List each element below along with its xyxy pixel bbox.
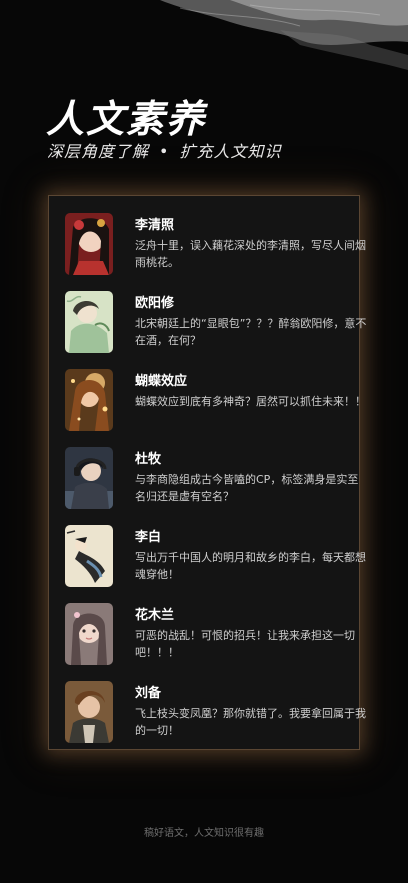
item-description: 与李商隐组成古今皆嗑的CP，标签满身是实至名归还是虚有空名？ [135,473,359,503]
item-name: 花木兰 [135,608,175,623]
avatar-li-qingzhao [65,213,113,275]
item-description: 北宋朝廷上的“显眼包”？？？醉翁欧阳修，意不在酒，在何？ [135,317,367,347]
item-name: 李清照 [135,218,175,233]
list-item-liu-bei[interactable]: 刘备 飞上枝头变凤凰？那你就错了。我要拿回属于我的一切！ [65,681,366,747]
list-item-du-mu[interactable]: 杜牧 与李商隐组成古今皆嗑的CP，标签满身是实至名归还是虚有空名？ [65,447,358,513]
avatar-butterfly-effect [65,369,113,431]
item-description: 可恶的战乱！可恨的招兵！让我来承担这一切吧！！！ [135,629,355,659]
list-item-li-bai[interactable]: 李白 写出万千中国人的明月和故乡的李白，每天都想魂穿他！ [65,525,366,591]
item-name: 刘备 [135,686,162,701]
item-description: 飞上枝头变凤凰？那你就错了。我要拿回属于我的一切！ [135,707,366,737]
topic-list-panel: 李清照 泛舟十里，误入藕花深处的李清照，写尽人间烟雨桃花。 欧阳修 北宋朝廷上的… [48,195,366,750]
item-name: 杜牧 [135,452,162,467]
page-title: 人文素养 [46,96,207,141]
avatar-ouyang-xiu [65,291,113,353]
avatar-liu-bei [65,681,113,743]
item-description: 写出万千中国人的明月和故乡的李白，每天都想魂穿他！ [135,551,366,581]
item-description: 泛舟十里，误入藕花深处的李清照，写尽人间烟雨桃花。 [135,239,366,269]
item-name: 蝴蝶效应 [135,374,188,389]
avatar-du-mu [65,447,113,509]
list-item-li-qingzhao[interactable]: 李清照 泛舟十里，误入藕花深处的李清照，写尽人间烟雨桃花。 [65,213,366,279]
ink-brush-decoration [160,0,408,70]
page: 人文素养 深层角度了解 • 扩充人文知识 李清照 泛舟十里，误入藕花深处的李清照，写… [0,0,408,883]
item-description: 蝴蝶效应到底有多神奇？居然可以抓住未来！！ [135,395,366,408]
page-subtitle: 深层角度了解 • 扩充人文知识 [47,138,281,162]
subtitle-separator: • [159,142,170,161]
item-name: 欧阳修 [135,296,175,311]
list-item-ouyang-xiu[interactable]: 欧阳修 北宋朝廷上的“显眼包”？？？醉翁欧阳修，意不在酒，在何？ [65,291,366,357]
avatar-li-bai [65,525,113,587]
item-name: 李白 [135,530,162,545]
subtitle-left: 深层角度了解 [47,142,150,161]
subtitle-right: 扩充人文知识 [179,142,282,161]
avatar-hua-mulan [65,603,113,665]
list-item-butterfly-effect[interactable]: 蝴蝶效应 蝴蝶效应到底有多神奇？居然可以抓住未来！！ [65,369,366,435]
footer-slogan: 稿好语文，人文知识很有趣 [144,828,264,839]
list-item-hua-mulan[interactable]: 花木兰 可恶的战乱！可恨的招兵！让我来承担这一切吧！！！ [65,603,355,669]
